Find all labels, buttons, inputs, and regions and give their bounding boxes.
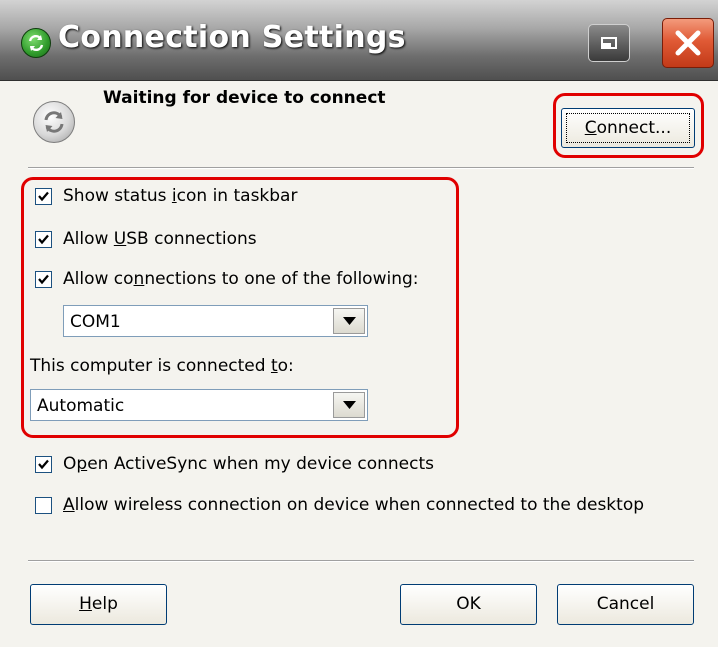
dialog-body: Waiting for device to connect Connect...… <box>0 81 718 647</box>
checkmark-icon <box>38 274 49 285</box>
separator <box>28 167 694 169</box>
title-bar[interactable]: Connection Settings <box>0 0 718 81</box>
chevron-down-icon <box>343 317 356 325</box>
connection-settings-dialog: Connection Settings Waiting for device t… <box>0 0 718 647</box>
checkmark-icon <box>38 191 49 202</box>
allow-wireless-option[interactable]: Allow wireless connection on device when… <box>35 495 705 519</box>
open-activesync-option[interactable]: Open ActiveSync when my device connects <box>35 454 535 478</box>
sync-icon <box>33 101 75 143</box>
connect-button[interactable]: Connect... <box>561 108 695 148</box>
window-title: Connection Settings <box>58 20 406 55</box>
ok-button[interactable]: OK <box>400 584 537 625</box>
allow-usb-checkbox[interactable] <box>35 231 52 248</box>
connected-to-select[interactable]: Automatic <box>30 389 368 421</box>
show-status-icon-option[interactable]: Show status icon in taskbar <box>35 186 435 210</box>
allow-wireless-checkbox[interactable] <box>35 497 52 514</box>
show-status-icon-checkbox[interactable] <box>35 188 52 205</box>
open-activesync-checkbox[interactable] <box>35 456 52 473</box>
allow-connections-option[interactable]: Allow connections to one of the followin… <box>35 269 455 293</box>
allow-connections-checkbox[interactable] <box>35 271 52 288</box>
cancel-button[interactable]: Cancel <box>557 584 694 625</box>
checkmark-icon <box>38 234 49 245</box>
separator <box>28 560 694 562</box>
close-button[interactable] <box>662 18 714 68</box>
connected-to-label: This computer is connected to: <box>30 356 294 376</box>
close-icon <box>675 30 701 56</box>
activesync-icon <box>21 28 51 58</box>
restore-button[interactable] <box>588 24 630 62</box>
dropdown-button[interactable] <box>333 308 365 334</box>
checkmark-icon <box>38 459 49 470</box>
port-select[interactable]: COM1 <box>63 305 368 337</box>
connection-status-text: Waiting for device to connect <box>103 88 386 108</box>
dropdown-button[interactable] <box>333 392 365 418</box>
chevron-down-icon <box>343 401 356 409</box>
allow-usb-option[interactable]: Allow USB connections <box>35 229 435 253</box>
help-button[interactable]: Help <box>30 584 167 625</box>
